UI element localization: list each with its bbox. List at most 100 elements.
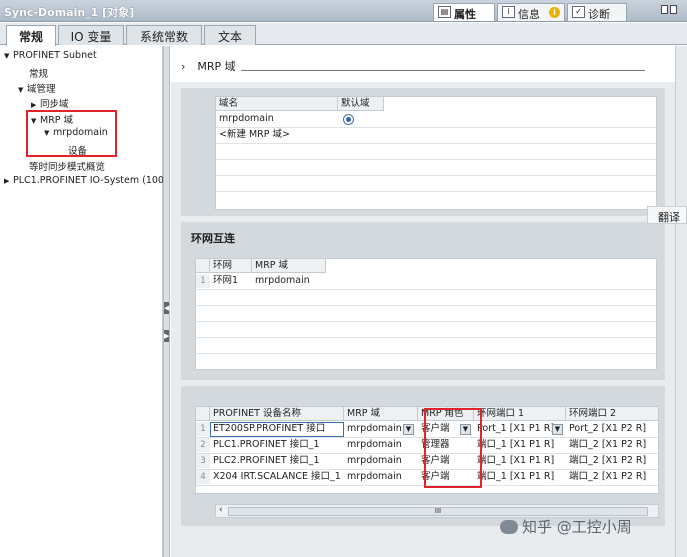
section-divider bbox=[241, 70, 645, 71]
row-number: 3 bbox=[196, 454, 210, 468]
mrp-domain-panel: 域名 默认域 mrpdomain <新建 MRP 域> bbox=[181, 88, 665, 216]
device-name-cell[interactable]: PLC2.PROFINET 接口_1 bbox=[213, 454, 320, 468]
tab-diagnostics[interactable]: ✓ 诊断 bbox=[567, 3, 627, 21]
section-title: › MRP 域 bbox=[181, 58, 236, 74]
section-title-text: MRP 域 bbox=[197, 60, 236, 73]
tab-info[interactable]: i 信息 i bbox=[497, 3, 565, 21]
restore-icon[interactable] bbox=[661, 5, 668, 14]
tree-item-domain-management[interactable]: ▼ 域管理 bbox=[18, 81, 56, 95]
ring-port-2-cell[interactable]: Port_2 [X1 P2 R] bbox=[569, 422, 646, 436]
row-number: 1 bbox=[196, 274, 210, 288]
ring-port-2-cell[interactable]: 端口_2 [X1 P2 R] bbox=[569, 470, 646, 484]
tree-item-label: 同步域 bbox=[40, 99, 69, 110]
dropdown-arrow-icon[interactable]: ▼ bbox=[403, 424, 414, 435]
col-header-ring-port-2[interactable]: 环网端口 2 bbox=[566, 407, 658, 421]
tab-general[interactable]: 常规 bbox=[6, 25, 56, 46]
row-number: 4 bbox=[196, 470, 210, 484]
ring-domain-cell[interactable]: mrpdomain bbox=[255, 274, 310, 288]
collapsed-triangle-icon[interactable]: ▶ bbox=[4, 177, 13, 185]
subtab-bar: 常规 IO 变量 系统常数 文本 bbox=[0, 23, 687, 46]
row-number: 1 bbox=[196, 422, 210, 436]
diagnostics-icon: ✓ bbox=[572, 6, 585, 18]
col-header-device-name[interactable]: PROFINET 设备名称 bbox=[210, 407, 344, 421]
device-domain-cell[interactable]: mrpdomain bbox=[347, 422, 402, 436]
navigation-tree: ▼ PROFINET Subnet 常规 ▼ 域管理 ▶ 同步域 ▼ MRP 域 ▼ mr… bbox=[0, 46, 168, 557]
wechat-icon bbox=[500, 520, 518, 534]
window-title: Sync-Domain_1 [对象] bbox=[4, 6, 135, 19]
tab-texts[interactable]: 文本 bbox=[204, 25, 256, 45]
translate-button[interactable]: 翻译 bbox=[647, 206, 687, 224]
col-header-ring[interactable]: 环网 bbox=[210, 259, 252, 273]
tab-info-label: 信息 bbox=[518, 8, 540, 21]
tree-item-sync-domain[interactable]: ▶ 同步域 bbox=[31, 96, 69, 110]
panel-splitter[interactable]: ◀ ▶ bbox=[163, 46, 170, 557]
device-name-cell[interactable]: PLC1.PROFINET 接口_1 bbox=[213, 438, 320, 452]
mrp-domain-table: 域名 默认域 mrpdomain <新建 MRP 域> bbox=[215, 96, 657, 210]
row-number-header bbox=[196, 259, 210, 273]
device-name-cell[interactable]: X204 IRT.SCALANCE 接口_1 bbox=[213, 470, 341, 484]
info-badge: i bbox=[549, 7, 560, 18]
expanded-triangle-icon[interactable]: ▼ bbox=[4, 52, 13, 60]
info-icon: i bbox=[502, 6, 515, 18]
ring-interconnection-title: 环网互连 bbox=[191, 232, 235, 245]
scroll-left-icon[interactable]: ‹ bbox=[219, 505, 223, 515]
scroll-thumb[interactable]: III bbox=[228, 507, 648, 516]
tree-item-label: PLC1.PROFINET IO-System (100) bbox=[13, 175, 168, 186]
tab-properties[interactable]: ▤ 属性 bbox=[433, 3, 495, 21]
col-header-domain-name[interactable]: 域名 bbox=[216, 97, 338, 111]
row-divider bbox=[196, 337, 656, 338]
tab-diagnostics-label: 诊断 bbox=[588, 8, 610, 21]
device-name-cell[interactable]: ET200SP.PROFINET 接口 bbox=[213, 422, 325, 436]
col-header-ring-port-1[interactable]: 环网端口 1 bbox=[474, 407, 566, 421]
col-header-mrp-domain[interactable]: MRP 域 bbox=[252, 259, 326, 273]
row-divider bbox=[216, 191, 656, 192]
watermark: 知乎 @工控小周 bbox=[500, 516, 632, 537]
tab-io-tags[interactable]: IO 变量 bbox=[58, 25, 124, 45]
collapsed-triangle-icon[interactable]: ▶ bbox=[31, 101, 40, 109]
title-bar: Sync-Domain_1 [对象] ▤ 属性 i 信息 i ✓ 诊断 bbox=[0, 0, 687, 22]
row-number-header bbox=[196, 407, 210, 421]
ring-port-1-cell[interactable]: 端口_1 [X1 P1 R] bbox=[477, 454, 554, 468]
ring-port-1-cell[interactable]: Port_1 [X1 P1 R] bbox=[477, 422, 554, 436]
watermark-text: 知乎 @工控小周 bbox=[522, 518, 632, 536]
tab-properties-label: 属性 bbox=[454, 8, 476, 21]
row-number: 2 bbox=[196, 438, 210, 452]
add-new-domain[interactable]: <新建 MRP 域> bbox=[219, 128, 290, 142]
dropdown-arrow-icon[interactable]: ▼ bbox=[552, 424, 563, 435]
device-domain-cell[interactable]: mrpdomain bbox=[347, 470, 402, 484]
window-controls[interactable] bbox=[661, 5, 681, 17]
vertical-scrollbar[interactable] bbox=[675, 46, 687, 557]
row-divider bbox=[196, 321, 656, 322]
tree-item-profinet-subnet[interactable]: ▼ PROFINET Subnet bbox=[4, 50, 97, 61]
device-domain-cell[interactable]: mrpdomain bbox=[347, 438, 402, 452]
tree-item-label: PROFINET Subnet bbox=[13, 50, 97, 61]
ring-port-1-cell[interactable]: 端口_1 [X1 P1 R] bbox=[477, 470, 554, 484]
expand-right-icon[interactable]: ▶ bbox=[164, 330, 169, 342]
minimize-icon[interactable] bbox=[670, 5, 677, 14]
tab-system-constants[interactable]: 系统常数 bbox=[126, 25, 202, 45]
col-header-default-domain[interactable]: 默认域 bbox=[338, 97, 384, 111]
device-domain-cell[interactable]: mrpdomain bbox=[347, 454, 402, 468]
chevron-right-icon: › bbox=[181, 60, 186, 73]
tree-item-label: 域管理 bbox=[27, 84, 56, 95]
tree-item-io-system[interactable]: ▶ PLC1.PROFINET IO-System (100) bbox=[4, 175, 168, 186]
ring-name-cell[interactable]: 环网1 bbox=[213, 274, 238, 288]
row-divider bbox=[196, 353, 656, 354]
col-header-mrp-domain[interactable]: MRP 域 bbox=[344, 407, 418, 421]
collapse-left-icon[interactable]: ◀ bbox=[164, 302, 169, 314]
tree-item-general[interactable]: 常规 bbox=[29, 66, 48, 80]
row-divider bbox=[196, 289, 656, 290]
row-divider bbox=[216, 175, 656, 176]
row-divider bbox=[196, 305, 656, 306]
tree-item-isochronous-overview[interactable]: 等时同步模式概览 bbox=[29, 159, 105, 173]
ring-port-1-cell[interactable]: 端口_1 [X1 P1 R] bbox=[477, 438, 554, 452]
row-divider bbox=[216, 159, 656, 160]
highlight-box bbox=[26, 110, 117, 157]
domain-row-name[interactable]: mrpdomain bbox=[219, 112, 274, 126]
ring-port-2-cell[interactable]: 端口_2 [X1 P2 R] bbox=[569, 438, 646, 452]
highlight-box bbox=[424, 408, 482, 488]
row-divider bbox=[216, 143, 656, 144]
default-domain-radio[interactable] bbox=[343, 114, 354, 125]
expanded-triangle-icon[interactable]: ▼ bbox=[18, 86, 27, 94]
ring-port-2-cell[interactable]: 端口_2 [X1 P2 R] bbox=[569, 454, 646, 468]
